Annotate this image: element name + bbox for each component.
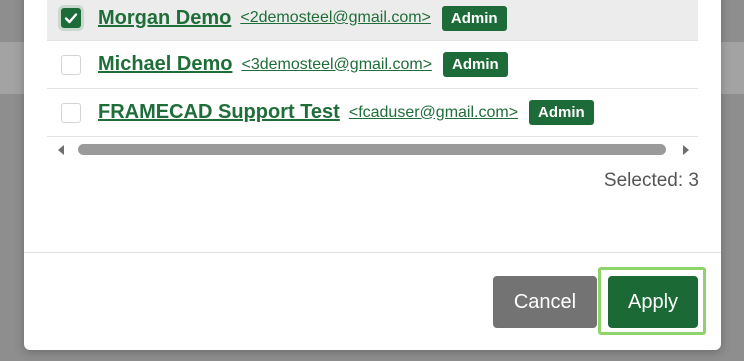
chevron-left-icon[interactable] xyxy=(58,145,64,155)
user-name-link[interactable]: FRAMECAD Support Test xyxy=(98,101,340,124)
user-name-link[interactable]: Michael Demo xyxy=(98,53,232,76)
role-badge: Admin xyxy=(443,52,508,77)
user-email-link[interactable]: <2demosteel@gmail.com> xyxy=(240,9,431,27)
row-content: FRAMECAD Support Test <fcaduser@gmail.co… xyxy=(47,100,594,125)
row-content: Morgan Demo <2demosteel@gmail.com> Admin xyxy=(47,5,507,31)
user-list: Morgan Demo <2demosteel@gmail.com> Admin… xyxy=(47,0,698,137)
cancel-button[interactable]: Cancel xyxy=(493,276,597,328)
select-users-dialog: Morgan Demo <2demosteel@gmail.com> Admin… xyxy=(24,0,721,350)
row-checkbox[interactable] xyxy=(61,54,81,75)
role-badge: Admin xyxy=(529,100,594,125)
table-row[interactable]: Morgan Demo <2demosteel@gmail.com> Admin xyxy=(47,0,698,41)
role-badge: Admin xyxy=(441,5,507,31)
user-email-link[interactable]: <3demosteel@gmail.com> xyxy=(241,56,432,74)
scrollbar-thumb[interactable] xyxy=(78,144,666,155)
footer-divider xyxy=(24,252,721,253)
horizontal-scrollbar[interactable] xyxy=(52,143,693,159)
check-icon xyxy=(64,13,78,24)
selected-count: Selected: 3 xyxy=(603,170,699,191)
user-name-link[interactable]: Morgan Demo xyxy=(98,7,231,30)
row-content: Michael Demo <3demosteel@gmail.com> Admi… xyxy=(47,52,508,77)
apply-button[interactable]: Apply xyxy=(608,276,698,328)
chevron-right-icon[interactable] xyxy=(683,145,689,155)
row-checkbox[interactable] xyxy=(61,8,81,28)
table-row[interactable]: FRAMECAD Support Test <fcaduser@gmail.co… xyxy=(47,89,698,137)
table-row[interactable]: Michael Demo <3demosteel@gmail.com> Admi… xyxy=(47,41,698,89)
user-email-link[interactable]: <fcaduser@gmail.com> xyxy=(349,104,518,122)
row-checkbox[interactable] xyxy=(61,102,81,123)
